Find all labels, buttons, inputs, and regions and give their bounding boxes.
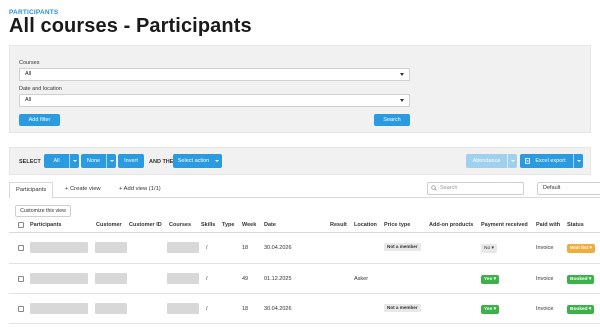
add-filter-button[interactable]: Add filter [19,114,60,126]
participant-name-redacted[interactable] [30,303,88,314]
date-location-select[interactable]: All [19,94,410,107]
date-location-label: Date and location [19,86,62,92]
column-header[interactable]: Skills [201,222,215,228]
search-icon [431,185,437,191]
type-cell: / [206,306,208,312]
chevron-down-icon [400,99,404,102]
course-redacted[interactable] [167,273,199,284]
select-action-label: Select action [177,158,210,164]
column-header[interactable]: Participants [30,222,61,228]
courses-select-value: All [25,71,32,77]
divider [9,293,600,294]
attendance-label: Attendance [472,158,501,164]
date-cell: 01.12.2025 [264,276,292,282]
course-redacted[interactable] [167,303,199,314]
status-dropdown[interactable]: Wait list ▾ [567,244,595,253]
attendance-button[interactable]: Attendance [466,154,517,168]
date-cell: 30.04.2026 [264,306,292,312]
participant-name-redacted[interactable] [30,242,88,253]
chevron-down-icon[interactable] [507,154,517,168]
row-checkbox[interactable] [18,276,24,282]
column-header[interactable]: Courses [169,222,191,228]
location-cell: Asker [354,276,369,282]
payment-value: Yes [484,307,493,312]
type-cell: / [206,245,208,251]
payment-dropdown[interactable]: No ▾ [481,244,497,253]
invert-button[interactable]: Invert [118,154,144,168]
row-checkbox[interactable] [18,245,24,251]
column-header[interactable]: Location [354,222,377,228]
excel-export-label: Excel export [535,158,566,164]
status-value: Booked [570,307,588,312]
courses-label: Courses [19,60,40,66]
column-header[interactable]: Paid with [536,222,560,228]
column-header[interactable]: Type [222,222,234,228]
document-icon [525,158,530,164]
date-location-select-value: All [25,97,32,103]
column-header[interactable]: Result [330,222,347,228]
column-header[interactable]: Date [264,222,276,228]
paid-with-cell: Invoice [536,245,554,251]
select-none-label: None [86,158,101,164]
customer-redacted[interactable] [95,242,127,253]
status-dropdown[interactable]: Booked ▾ [567,275,595,284]
chevron-down-icon[interactable] [573,154,583,168]
week-cell: 18 [242,306,249,312]
date-cell: 30.04.2026 [264,245,292,251]
price-type-badge: Not a member [384,304,421,312]
select-all-checkbox[interactable] [18,222,24,228]
column-header[interactable]: Customer [96,222,122,228]
column-header[interactable]: Payment received [481,222,528,228]
chevron-down-icon[interactable] [69,154,79,168]
status-value: Booked [570,277,588,282]
courses-select[interactable]: All [19,68,410,81]
paid-with-cell: Invoice [536,276,554,282]
select-all-label: All [53,158,60,164]
select-none-button[interactable]: None [81,154,116,168]
column-header[interactable]: Status [567,222,584,228]
column-header[interactable]: Price type [384,222,410,228]
search-placeholder: Search [440,185,458,191]
filter-panel: Courses All Date and location All Add fi… [9,45,591,133]
tab-create-view[interactable]: + Create view [65,182,101,198]
row-checkbox[interactable] [18,306,24,312]
column-header[interactable]: Week [242,222,256,228]
status-value: Wait list [570,246,589,251]
payment-value: No [484,246,491,251]
paid-with-cell: Invoice [536,306,554,312]
column-header[interactable]: Customer ID [129,222,162,228]
page-title: All courses - Participants [9,15,252,37]
customer-redacted[interactable] [95,273,127,284]
course-redacted[interactable] [167,242,199,253]
select-action-button[interactable]: Select action [173,154,222,168]
status-dropdown[interactable]: Booked ▾ [567,305,595,314]
type-cell: / [206,276,208,282]
divider [9,232,600,233]
bulk-action-bar: SELECT All None Invert AND THEN Select a… [9,147,591,175]
select-all-button[interactable]: All [44,154,79,168]
customize-view-button[interactable]: Customize this view [15,205,71,217]
chevron-down-icon[interactable] [106,154,116,168]
divider [9,323,600,324]
week-cell: 18 [242,245,249,251]
column-header[interactable]: Add-on products [429,222,473,228]
excel-export-button[interactable]: Excel export [520,154,583,168]
tab-participants[interactable]: Participants [9,182,54,199]
chevron-down-icon [400,73,404,76]
price-type-badge: Not a member [384,243,421,251]
tab-add-view[interactable]: + Add view (1/1) [119,182,161,198]
participant-name-redacted[interactable] [30,273,88,284]
table-search-input[interactable]: Search [427,182,524,195]
divider [9,263,600,264]
customer-redacted[interactable] [95,303,127,314]
week-cell: 49 [242,276,249,282]
payment-value: Yes [484,277,493,282]
select-label: SELECT [19,159,41,165]
view-select[interactable]: Default [537,182,600,195]
payment-dropdown[interactable]: Yes ▾ [481,305,500,314]
chevron-down-icon [212,154,222,168]
payment-dropdown[interactable]: Yes ▾ [481,275,500,284]
search-button[interactable]: Search [374,114,410,126]
